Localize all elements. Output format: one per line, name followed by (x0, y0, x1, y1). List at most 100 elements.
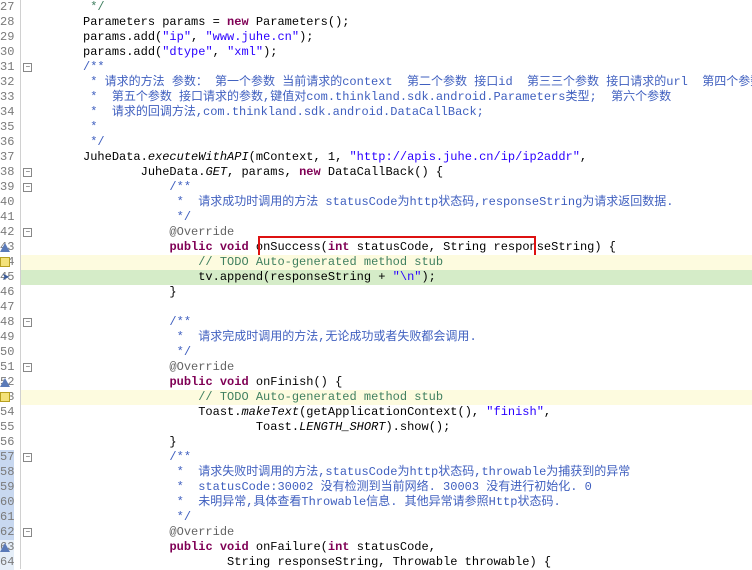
line-number: 60 (0, 495, 14, 510)
code-token: * 未明异常,具体查看Throwable信息. 其他异常请参照Http状态码. (25, 495, 560, 509)
code-line[interactable]: /** (21, 60, 752, 75)
code-line[interactable]: public void onSuccess(int statusCode, St… (21, 240, 752, 255)
line-number: 51 (0, 360, 14, 375)
line-number: 55 (0, 420, 14, 435)
code-line[interactable]: public void onFailure(int statusCode, (21, 540, 752, 555)
code-line[interactable]: */ (21, 135, 752, 150)
code-line[interactable]: * 请求完成时调用的方法,无论成功或者失败都会调用. (21, 330, 752, 345)
code-token: * 请求失败时调用的方法,statusCode为http状态码,throwabl… (25, 465, 630, 479)
code-token: */ (25, 0, 104, 14)
code-token (213, 540, 220, 554)
line-number: 37 (0, 150, 14, 165)
code-token: "ip" (162, 30, 191, 44)
change-marker-icon[interactable]: ➤ (0, 271, 10, 281)
line-number: 59 (0, 480, 14, 495)
code-line[interactable]: * 未明异常,具体查看Throwable信息. 其他异常请参照Http状态码. (21, 495, 752, 510)
code-token: statusCode, String responseString) { (350, 240, 616, 254)
code-line[interactable]: public void onFinish() { (21, 375, 752, 390)
code-line[interactable]: params.add("ip", "www.juhe.cn"); (21, 30, 752, 45)
line-number: 41 (0, 210, 14, 225)
code-token (213, 375, 220, 389)
line-number: 54 (0, 405, 14, 420)
code-token: // TODO Auto-generated method stub (198, 255, 443, 269)
code-token: LENGTH_SHORT (299, 420, 385, 434)
code-token: DataCallBack() { (321, 165, 443, 179)
code-line[interactable]: // TODO Auto-generated method stub (21, 255, 752, 270)
code-token: JuheData. (25, 150, 147, 164)
code-line[interactable]: Toast.LENGTH_SHORT).show(); (21, 420, 752, 435)
override-marker-icon[interactable] (0, 243, 10, 252)
line-number: 31 (0, 60, 14, 75)
code-line[interactable]: * (21, 120, 752, 135)
code-token: * 请求完成时调用的方法,无论成功或者失败都会调用. (25, 330, 476, 344)
code-area[interactable]: */ Parameters params = new Parameters();… (21, 0, 752, 569)
code-token: /** (25, 60, 104, 74)
code-token: * 请求的方法 参数： 第一个参数 当前请求的context 第二个参数 接口i… (25, 75, 752, 89)
code-token (213, 240, 220, 254)
code-line[interactable]: } (21, 285, 752, 300)
code-token: "www.juhe.cn" (205, 30, 299, 44)
code-line[interactable]: @Override (21, 525, 752, 540)
code-line[interactable]: Toast.makeText(getApplicationContext(), … (21, 405, 752, 420)
line-number: 48 (0, 315, 14, 330)
code-line[interactable]: String responseString, Throwable throwab… (21, 555, 752, 570)
code-token: onFailure( (249, 540, 328, 554)
code-token: params.add( (25, 45, 162, 59)
code-line[interactable]: JuheData.executeWithAPI(mContext, 1, "ht… (21, 150, 752, 165)
code-token: void (220, 540, 249, 554)
code-line[interactable]: * 请求的回调方法,com.thinkland.sdk.android.Data… (21, 105, 752, 120)
code-line[interactable]: /** (21, 180, 752, 195)
code-line[interactable]: // TODO Auto-generated method stub (21, 390, 752, 405)
code-token: Parameters(); (249, 15, 350, 29)
line-number: 38 (0, 165, 14, 180)
line-number: 63 (0, 540, 14, 555)
warning-marker-icon[interactable] (0, 257, 10, 267)
code-token: , (544, 405, 551, 419)
code-line[interactable]: JuheData.GET, params, new DataCallBack()… (21, 165, 752, 180)
override-marker-icon[interactable] (0, 543, 10, 552)
code-line[interactable]: * statusCode:30002 没有检测到当前网络. 30003 没有进行… (21, 480, 752, 495)
code-line[interactable]: @Override (21, 360, 752, 375)
code-token: public (169, 540, 212, 554)
code-line[interactable]: * 请求的方法 参数： 第一个参数 当前请求的context 第二个参数 接口i… (21, 75, 752, 90)
code-editor[interactable]: 27282930313233343536373839404142434445➤4… (0, 0, 752, 569)
code-line[interactable]: } (21, 435, 752, 450)
code-token: makeText (241, 405, 299, 419)
code-token: * (25, 120, 97, 134)
code-line[interactable] (21, 300, 752, 315)
line-number: 64 (0, 555, 14, 570)
code-line[interactable]: */ (21, 0, 752, 15)
code-line[interactable]: * 请求成功时调用的方法 statusCode为http状态码,response… (21, 195, 752, 210)
code-line[interactable]: Parameters params = new Parameters(); (21, 15, 752, 30)
line-number-gutter: 27282930313233343536373839404142434445➤4… (0, 0, 21, 569)
code-line[interactable]: @Override (21, 225, 752, 240)
code-token: * 请求的回调方法,com.thinkland.sdk.android.Data… (25, 105, 483, 119)
code-line[interactable]: */ (21, 345, 752, 360)
line-number: 29 (0, 30, 14, 45)
code-line[interactable]: tv.append(responseString + "\n"); (21, 270, 752, 285)
code-token: */ (25, 345, 191, 359)
code-token (25, 255, 198, 269)
code-token: public (169, 375, 212, 389)
code-token: ); (421, 270, 435, 284)
line-number: 53 (0, 390, 14, 405)
code-line[interactable]: /** (21, 315, 752, 330)
line-number: 39 (0, 180, 14, 195)
line-number: 58 (0, 465, 14, 480)
code-line[interactable]: */ (21, 510, 752, 525)
code-line[interactable]: */ (21, 210, 752, 225)
code-line[interactable]: * 请求失败时调用的方法,statusCode为http状态码,throwabl… (21, 465, 752, 480)
code-line[interactable]: /** (21, 450, 752, 465)
code-token: GET (205, 165, 227, 179)
code-token: } (25, 435, 176, 449)
code-line[interactable]: * 第五个参数 接口请求的参数,键值对com.thinkland.sdk.and… (21, 90, 752, 105)
line-number: 57 (0, 450, 14, 465)
code-token: } (25, 285, 176, 299)
code-line[interactable]: params.add("dtype", "xml"); (21, 45, 752, 60)
line-number: 35 (0, 120, 14, 135)
code-token: new (227, 15, 249, 29)
warning-marker-icon[interactable] (0, 392, 10, 402)
code-token: * 第五个参数 接口请求的参数,键值对com.thinkland.sdk.and… (25, 90, 671, 104)
code-token: */ (25, 210, 191, 224)
override-marker-icon[interactable] (0, 378, 10, 387)
